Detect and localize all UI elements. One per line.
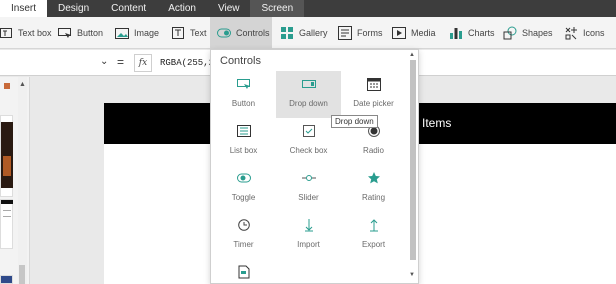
import-arrow-icon xyxy=(302,218,316,232)
control-label: Rating xyxy=(361,193,386,202)
button-insert-button[interactable]: Button xyxy=(57,17,103,49)
shapes-label: Shapes xyxy=(522,28,553,38)
text-button[interactable]: Text xyxy=(170,17,207,49)
forms-button[interactable]: Forms xyxy=(337,17,383,49)
textbox-label: Text box xyxy=(18,28,52,38)
controls-button[interactable]: Controls xyxy=(210,17,272,49)
control-item-rating[interactable]: Rating xyxy=(341,165,406,212)
scroll-up-icon[interactable]: ▲ xyxy=(19,81,26,88)
star-icon xyxy=(367,171,381,185)
control-item-export[interactable]: Export xyxy=(341,212,406,259)
slider-icon xyxy=(301,171,316,185)
screen-thumbnail[interactable] xyxy=(0,275,13,284)
tab-screen[interactable]: Screen xyxy=(250,0,305,17)
icons-label: Icons xyxy=(583,28,605,38)
control-label: Import xyxy=(297,240,320,249)
calendar-icon xyxy=(366,77,381,91)
drop-down-tooltip: Drop down xyxy=(331,115,378,128)
media-button[interactable]: Media xyxy=(391,17,436,49)
control-item-button[interactable]: Button xyxy=(211,71,276,118)
control-label: Button xyxy=(231,99,256,108)
button-label: Button xyxy=(77,28,104,38)
control-item-partial[interactable] xyxy=(211,259,276,284)
scrollbar-thumb[interactable] xyxy=(410,60,416,260)
control-item-timer[interactable]: Timer xyxy=(211,212,276,259)
image-icon xyxy=(114,25,130,41)
checkbox-icon xyxy=(302,124,316,138)
tab-content[interactable]: Content xyxy=(100,0,157,17)
insert-ribbon: Text box Button Image Text Controls Gall… xyxy=(0,17,616,49)
text-label: Text xyxy=(190,28,207,38)
control-label: Slider xyxy=(298,193,319,202)
button-icon xyxy=(236,77,251,91)
screen-thumbnail[interactable] xyxy=(0,199,13,249)
menu-tab-bar: Insert Design Content Action View Screen xyxy=(0,0,616,17)
forms-label: Forms xyxy=(357,28,383,38)
scroll-down-icon[interactable]: ▼ xyxy=(409,272,415,278)
bar-chart-icon xyxy=(448,25,464,41)
gallery-label: Gallery xyxy=(299,28,328,38)
clock-icon xyxy=(237,218,251,232)
button-icon xyxy=(57,25,73,41)
tab-insert[interactable]: Insert xyxy=(0,0,48,17)
control-label: Drop down xyxy=(289,99,328,108)
control-item-slider[interactable]: Slider xyxy=(276,165,341,212)
document-icon xyxy=(237,265,251,279)
forms-icon xyxy=(337,25,353,41)
tab-design[interactable]: Design xyxy=(47,0,100,17)
tab-view[interactable]: View xyxy=(207,0,251,17)
control-label: Date picker xyxy=(353,99,394,108)
control-item-import[interactable]: Import xyxy=(276,212,341,259)
control-label: List box xyxy=(229,146,258,155)
control-label: Toggle xyxy=(231,193,256,202)
controls-dropdown-title: Controls xyxy=(220,55,261,67)
equals-sign: = xyxy=(117,55,125,69)
text-icon xyxy=(170,25,186,41)
control-label: Radio xyxy=(363,146,384,155)
charts-label: Charts xyxy=(468,28,495,38)
control-label: Export xyxy=(361,240,386,249)
media-label: Media xyxy=(411,28,436,38)
dropdown-icon xyxy=(301,77,316,91)
textbox-icon xyxy=(0,25,14,41)
header-title[interactable]: Items xyxy=(422,116,451,130)
control-item-date-picker[interactable]: Date picker xyxy=(341,71,406,118)
icons-icon xyxy=(563,25,579,41)
image-button[interactable]: Image xyxy=(114,17,159,49)
gallery-button[interactable]: Gallery xyxy=(279,17,328,49)
control-item-drop-down[interactable]: Drop down xyxy=(276,71,341,118)
control-item-toggle[interactable]: Toggle xyxy=(211,165,276,212)
charts-button[interactable]: Charts xyxy=(448,17,495,49)
image-label: Image xyxy=(134,28,160,38)
controls-scrollbar[interactable]: ▲ ▼ xyxy=(409,52,417,281)
screen-icon xyxy=(4,83,10,89)
property-dropdown-chevron-icon[interactable]: ⌄ xyxy=(100,56,108,67)
scrollbar-thumb[interactable] xyxy=(19,265,25,284)
control-label: Timer xyxy=(233,240,254,249)
shapes-button[interactable]: Shapes xyxy=(502,17,553,49)
shapes-icon xyxy=(502,25,518,41)
toggle-icon xyxy=(216,25,232,41)
listbox-icon xyxy=(236,124,251,138)
toggle-icon xyxy=(236,171,251,185)
controls-label: Controls xyxy=(236,28,270,38)
tab-action[interactable]: Action xyxy=(157,0,207,17)
control-item-list-box[interactable]: List box xyxy=(211,118,276,165)
control-label: Check box xyxy=(289,146,328,155)
formula-input[interactable]: RGBA(255,2 xyxy=(160,58,212,68)
controls-dropdown: Controls Button Drop down Date picker Li… xyxy=(210,49,419,284)
icons-button[interactable]: Icons xyxy=(563,17,605,49)
screen-thumbnail[interactable] xyxy=(0,115,13,197)
export-arrow-icon xyxy=(367,218,381,232)
screens-scrollbar[interactable]: ▲ xyxy=(18,77,27,284)
scroll-up-icon[interactable]: ▲ xyxy=(409,52,415,58)
media-icon xyxy=(391,25,407,41)
fx-icon[interactable]: fx xyxy=(134,54,152,72)
gallery-icon xyxy=(279,25,295,41)
textbox-button[interactable]: Text box xyxy=(0,17,52,49)
